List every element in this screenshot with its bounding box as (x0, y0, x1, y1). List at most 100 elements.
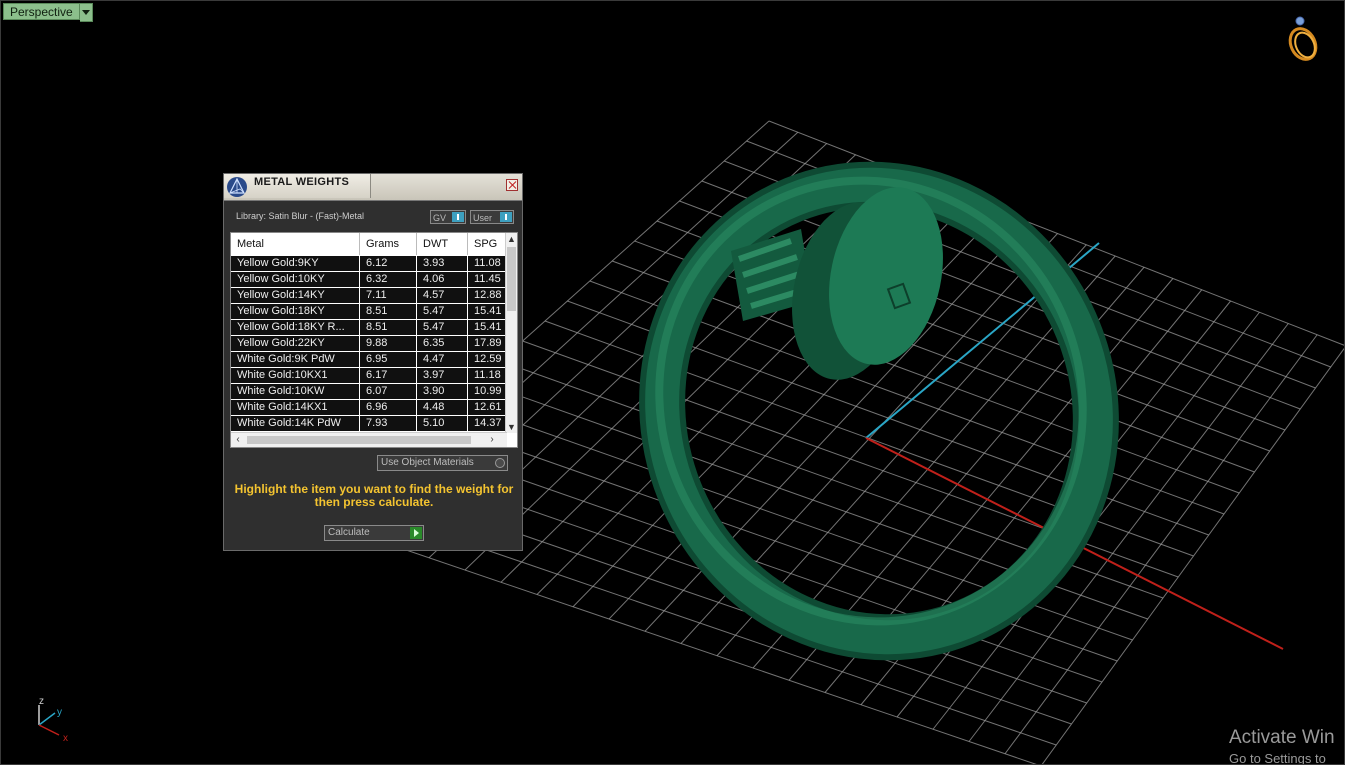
cell-dwt: 3.90 (417, 384, 468, 399)
cell-spg: 17.89 (474, 337, 502, 349)
cell-grams: 6.07 (360, 384, 417, 399)
vertical-scrollbar[interactable]: ▲ ▼ (505, 233, 517, 433)
table-row[interactable]: White Gold:14K PdW 7.93 5.10 14.37 (231, 415, 507, 431)
column-header-dwt[interactable]: DWT (417, 233, 468, 255)
toggle-switch-icon[interactable] (500, 212, 512, 222)
scroll-thumb[interactable] (507, 247, 516, 311)
cell-grams: 7.11 (360, 288, 417, 303)
close-icon[interactable] (506, 179, 518, 191)
cell-metal: Yellow Gold:10KY (231, 272, 360, 287)
y-axis-label: y (57, 707, 62, 718)
cell-grams: 9.88 (360, 336, 417, 351)
use-object-materials-option[interactable]: Use Object Materials (377, 455, 508, 471)
user-toggle-label: User (473, 213, 493, 223)
cell-spg: 10.99 (474, 385, 502, 397)
z-axis-label: z (39, 696, 44, 707)
cell-dwt: 3.97 (417, 368, 468, 383)
cell-spg: 11.18 (474, 369, 501, 381)
calculate-label: Calculate (328, 527, 370, 538)
axis-gizmo: z y x (38, 696, 68, 743)
chevron-down-icon[interactable] (79, 3, 93, 22)
horizontal-scrollbar[interactable]: ‹ › (231, 432, 507, 447)
cell-dwt: 5.10 (417, 416, 468, 431)
cell-metal: White Gold:9K PdW (231, 352, 360, 367)
table-body: Yellow Gold:9KY 6.12 3.93 11.08 Yellow Gold:… (231, 255, 507, 431)
cell-grams: 6.96 (360, 400, 417, 415)
cell-metal: White Gold:10KX1 (231, 368, 360, 383)
cell-metal: White Gold:10KW (231, 384, 360, 399)
cell-metal: Yellow Gold:14KY (231, 288, 360, 303)
table-row[interactable]: Yellow Gold:14KY 7.11 4.57 12.88 (231, 287, 507, 303)
pyramid-logo-icon (227, 177, 247, 197)
windows-activation-subtext: Go to Settings to (1229, 751, 1326, 765)
cell-metal: White Gold:14KX1 (231, 400, 360, 415)
panel-title: METAL WEIGHTS (254, 176, 350, 188)
cell-grams: 6.17 (360, 368, 417, 383)
table-row[interactable]: Yellow Gold:10KY 6.32 4.06 11.45 (231, 271, 507, 287)
ring-model[interactable] (593, 116, 1164, 702)
panel-tab[interactable]: METAL WEIGHTS (224, 174, 371, 198)
table-row[interactable]: Yellow Gold:18KY R... 8.51 5.47 15.41 (231, 319, 507, 335)
column-header-spg[interactable]: SPG (468, 233, 507, 255)
table-header: Metal Grams DWT SPG (231, 233, 507, 255)
column-header-grams[interactable]: Grams (360, 233, 417, 255)
cell-dwt: 6.35 (417, 336, 468, 351)
instruction-text: Highlight the item you want to find the … (234, 482, 514, 509)
scene-canvas[interactable] (1, 1, 1345, 765)
gv-toggle-label: GV (433, 213, 447, 223)
cell-grams: 8.51 (360, 304, 417, 319)
cell-grams: 6.12 (360, 256, 417, 271)
table-row[interactable]: White Gold:9K PdW 6.95 4.47 12.59 (231, 351, 507, 367)
cell-spg: 11.45 (474, 273, 501, 285)
scroll-left-icon[interactable]: ‹ (231, 433, 245, 447)
ring-logo-icon (1288, 16, 1318, 61)
column-header-metal[interactable]: Metal (231, 233, 360, 255)
library-label: Library: Satin Blur - (Fast)-Metal (236, 211, 365, 221)
scroll-thumb[interactable] (247, 436, 471, 444)
panel-titlebar[interactable]: METAL WEIGHTS (224, 174, 522, 201)
metal-table[interactable]: Metal Grams DWT SPG Yellow Gold:9KY 6.12 3… (230, 232, 518, 448)
cell-grams: 6.32 (360, 272, 417, 287)
cell-spg: 11.08 (474, 257, 501, 269)
cell-spg: 12.59 (474, 353, 502, 365)
cell-metal: Yellow Gold:9KY (231, 256, 360, 271)
user-toggle[interactable]: User (470, 210, 514, 224)
table-row[interactable]: Yellow Gold:22KY 9.88 6.35 17.89 (231, 335, 507, 351)
scroll-down-icon[interactable]: ▼ (506, 421, 517, 433)
x-axis-label: x (63, 733, 68, 743)
table-row[interactable]: Yellow Gold:18KY 8.51 5.47 15.41 (231, 303, 507, 319)
cell-dwt: 3.93 (417, 256, 468, 271)
cell-dwt: 4.06 (417, 272, 468, 287)
toggle-switch-icon[interactable] (452, 212, 464, 222)
cell-grams: 8.51 (360, 320, 417, 335)
grid-line (968, 323, 1289, 742)
view-selector[interactable]: Perspective (3, 3, 93, 22)
table-row[interactable]: White Gold:10KW 6.07 3.90 10.99 (231, 383, 507, 399)
scroll-right-icon[interactable]: › (485, 433, 499, 447)
gv-toggle[interactable]: GV (430, 210, 466, 224)
cell-metal: Yellow Gold:18KY R... (231, 320, 360, 335)
cell-spg: 12.61 (474, 401, 502, 413)
scroll-up-icon[interactable]: ▲ (506, 233, 517, 245)
view-label[interactable]: Perspective (3, 3, 80, 20)
radio-icon[interactable] (495, 458, 505, 468)
cell-spg: 12.88 (474, 289, 502, 301)
table-row[interactable]: White Gold:14KX1 6.96 4.48 12.61 (231, 399, 507, 415)
cell-spg: 15.41 (474, 321, 502, 333)
cell-grams: 6.95 (360, 352, 417, 367)
table-row[interactable]: Yellow Gold:9KY 6.12 3.93 11.08 (231, 255, 507, 271)
cell-spg: 15.41 (474, 305, 502, 317)
cell-dwt: 5.47 (417, 320, 468, 335)
play-icon[interactable] (410, 527, 422, 539)
cell-grams: 7.93 (360, 416, 417, 431)
cell-dwt: 5.47 (417, 304, 468, 319)
3d-viewport[interactable]: Perspective z y x Activate Win Go to Set… (0, 0, 1345, 765)
table-row[interactable]: White Gold:10KX1 6.17 3.97 11.18 (231, 367, 507, 383)
metal-weights-panel: METAL WEIGHTS Library: Satin Blur - (Fas… (223, 173, 523, 551)
cell-metal: Yellow Gold:18KY (231, 304, 360, 319)
calculate-button[interactable]: Calculate (324, 525, 424, 541)
cell-spg: 14.37 (474, 417, 502, 429)
cell-metal: Yellow Gold:22KY (231, 336, 360, 351)
cell-dwt: 4.47 (417, 352, 468, 367)
cell-dwt: 4.48 (417, 400, 468, 415)
